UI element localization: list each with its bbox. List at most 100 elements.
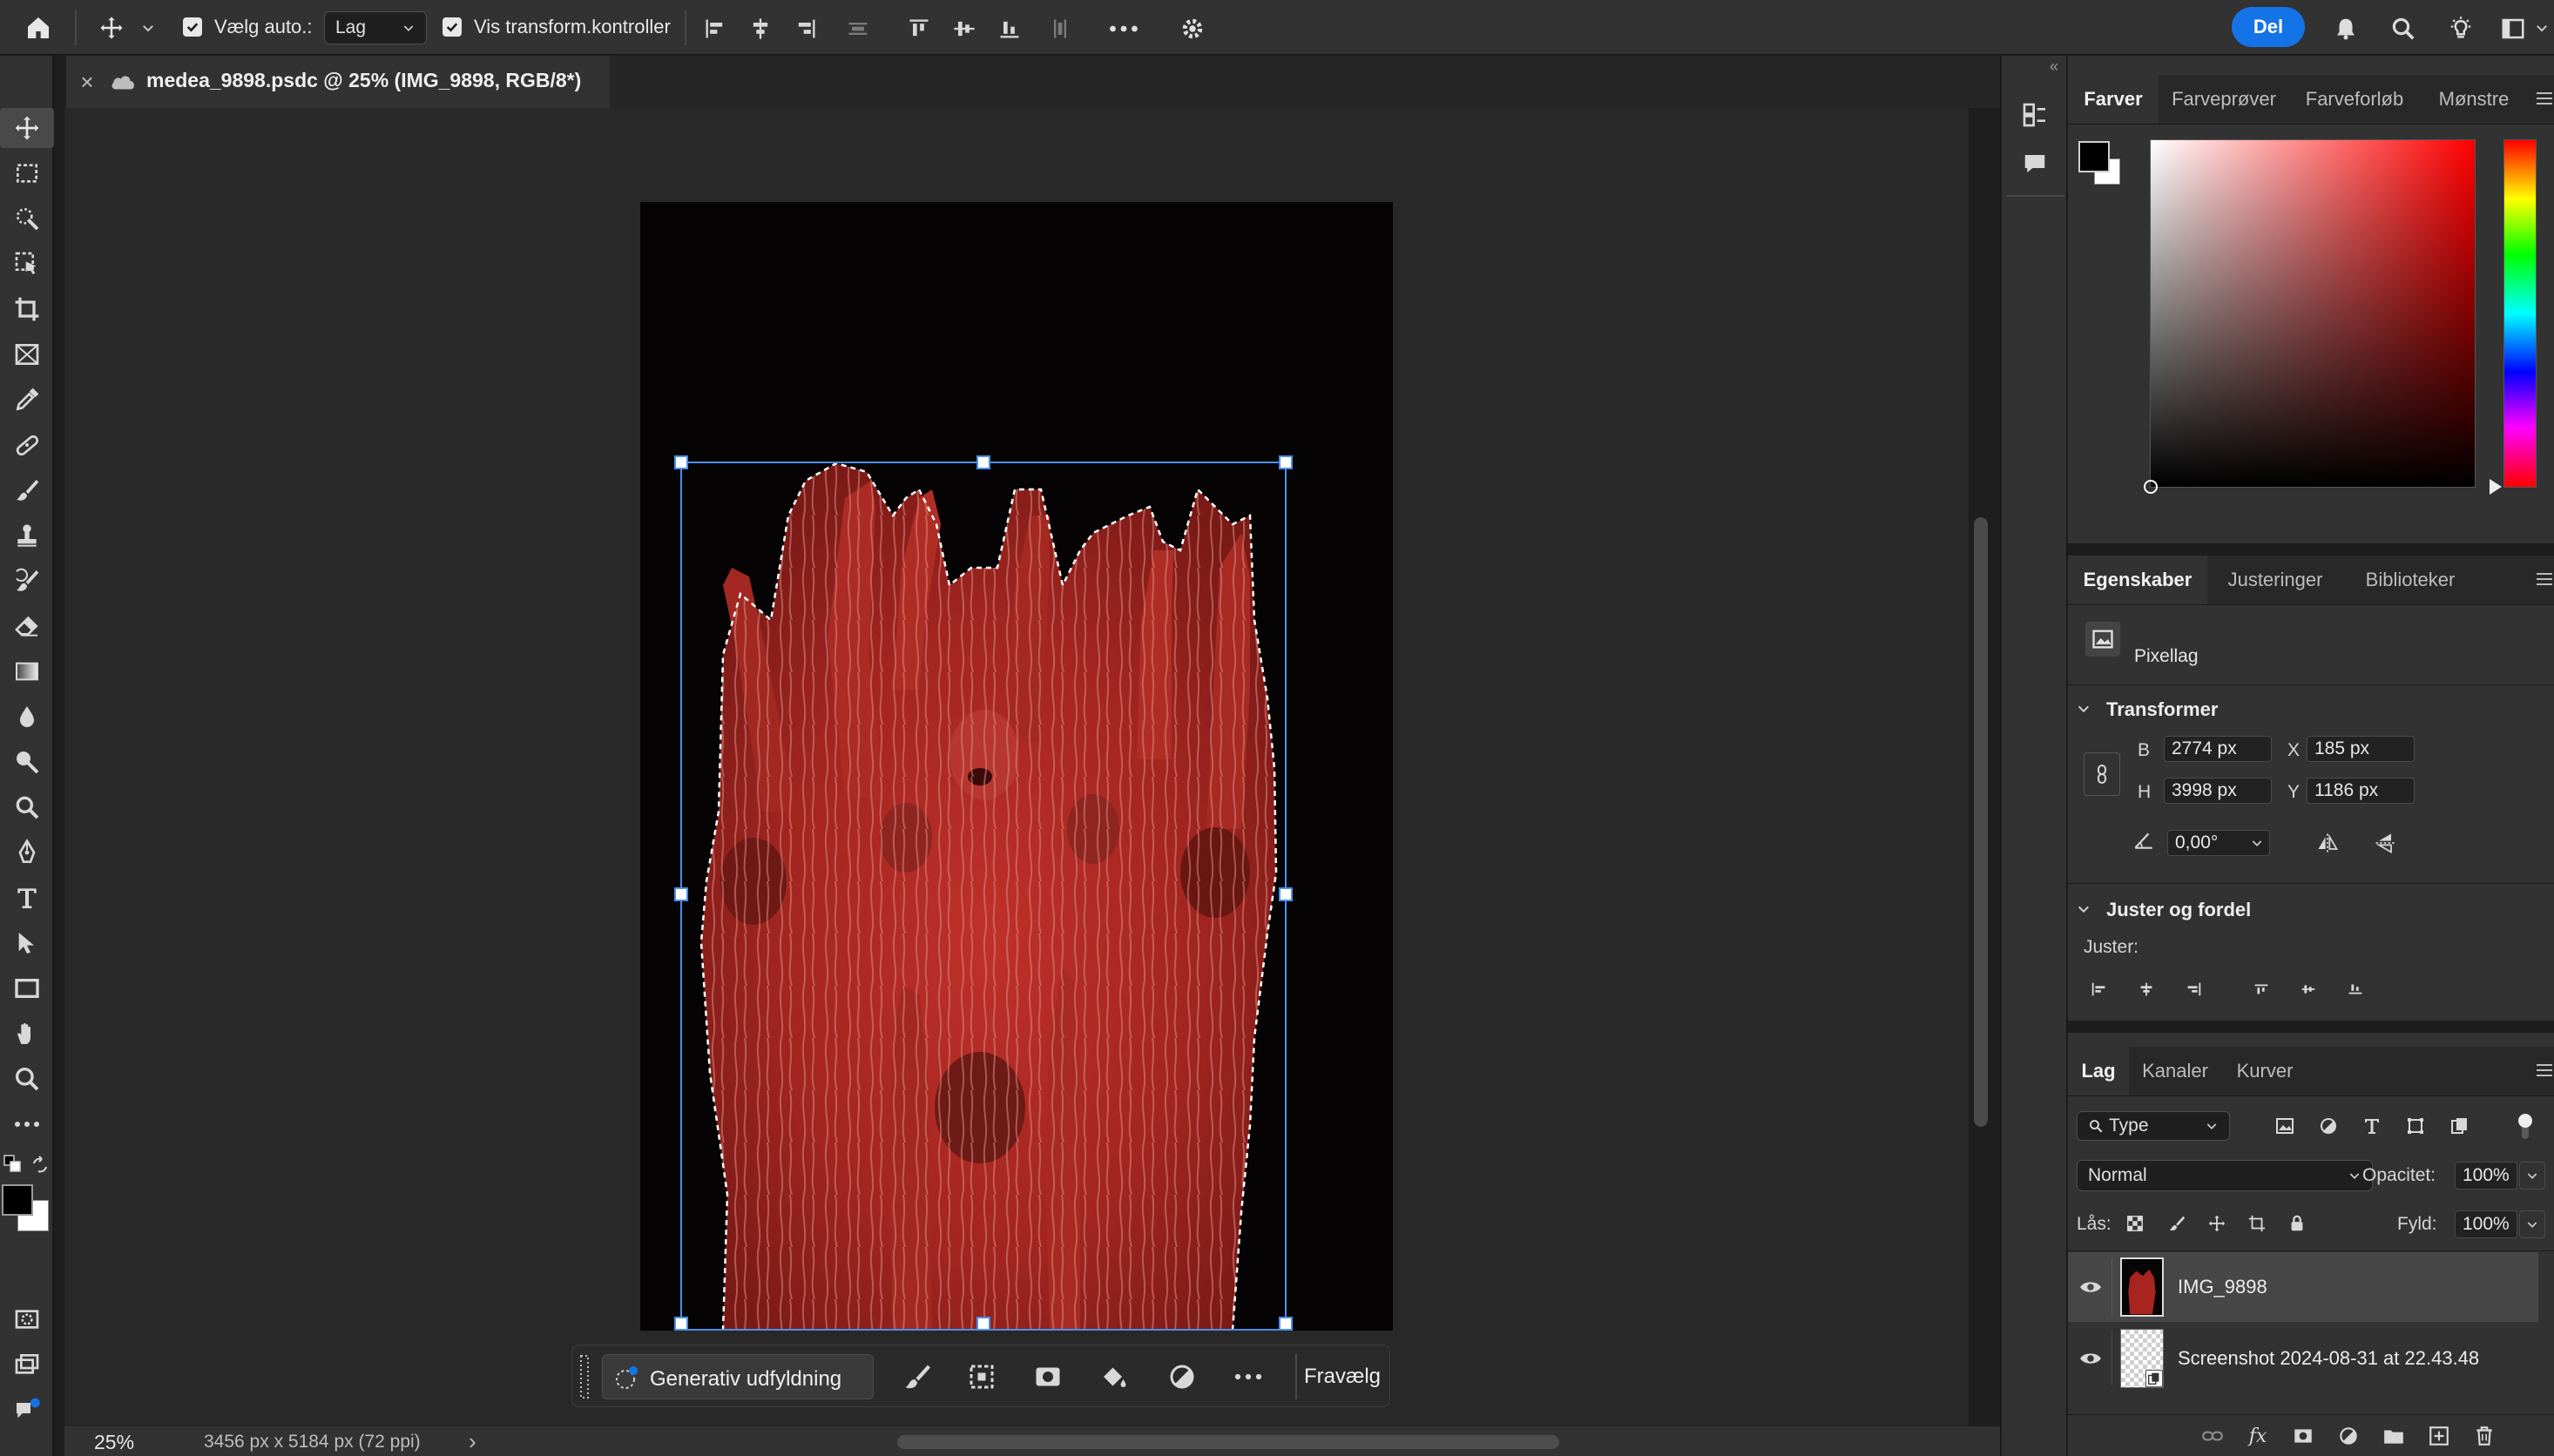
dodge-tool-icon[interactable] [0,742,54,782]
more-options-icon[interactable] [1105,14,1143,44]
document-info[interactable]: 3456 px x 5184 px (72 ppi) [204,1432,421,1453]
blur-tool-icon[interactable] [0,697,54,737]
filter-pixel-icon[interactable] [2272,1113,2298,1139]
filter-shape-icon[interactable] [2402,1113,2429,1139]
chevron-down-icon[interactable] [2077,902,2091,916]
fill-field[interactable]: 100% [2455,1210,2517,1238]
chevron-down-icon[interactable] [2531,17,2552,38]
edit-toolbar-icon[interactable] [0,1104,54,1144]
tab-paths[interactable]: Kurver [2221,1047,2308,1095]
align-distribute-section-title[interactable]: Juster og fordel [2106,899,2251,921]
history-brush-tool-icon[interactable] [0,561,54,601]
layer-name[interactable]: IMG_9898 [2178,1276,2267,1298]
gradient-tool-icon[interactable] [0,651,54,691]
history-panel-icon[interactable] [2017,98,2052,132]
brush-tool-icon[interactable] [0,470,54,510]
align-bottom-edges-icon[interactable] [2343,977,2368,1001]
layer-row[interactable]: Screenshot 2024-08-31 at 22.43.48 [2068,1324,2538,1393]
lock-all-icon[interactable] [2284,1210,2310,1237]
lock-artboard-icon[interactable] [2244,1210,2270,1237]
transform-handle[interactable] [1279,887,1293,901]
auto-select-dropdown[interactable]: Lag [324,11,427,44]
bell-icon[interactable] [2329,12,2362,45]
align-left-edges-icon[interactable] [700,14,730,44]
zoom-tool-icon[interactable] [0,1059,54,1099]
document-canvas[interactable] [640,202,1393,1331]
transform-controls-checkbox[interactable] [443,17,462,37]
hue-slider[interactable] [2503,139,2537,488]
distribute-vertical-icon[interactable] [1045,14,1075,44]
trash-icon[interactable] [2470,1422,2498,1450]
tab-gradients[interactable]: Farveforløb [2289,75,2420,124]
align-left-edges-icon[interactable] [2087,977,2111,1001]
status-menu-arrow[interactable]: › [469,1428,476,1455]
transform-section-title[interactable]: Transformer [2106,698,2218,721]
layer-filter-dropdown[interactable]: Type [2077,1111,2230,1141]
eraser-tool-icon[interactable] [0,606,54,646]
align-vertical-centers-icon[interactable] [2296,977,2321,1001]
tab-libraries[interactable]: Biblioteker [2343,556,2477,604]
modify-selection-icon[interactable] [966,1361,997,1392]
height-field[interactable]: 3998 px [2164,778,2272,804]
align-vertical-centers-icon[interactable] [949,14,979,44]
chevron-down-icon[interactable] [2077,702,2091,716]
distribute-horizontal-icon[interactable] [843,14,873,44]
move-tool-icon[interactable] [0,108,54,148]
lock-transparent-pixels-icon[interactable] [2122,1210,2148,1237]
hue-slider-handle[interactable] [2490,479,2502,495]
tab-adjustments[interactable]: Justeringer [2207,556,2343,604]
adjustment-layer-icon[interactable] [1166,1361,1198,1392]
link-layers-icon[interactable] [2199,1422,2226,1450]
tab-properties[interactable]: Egenskaber [2068,556,2207,604]
transform-handle[interactable] [1279,455,1293,469]
layer-row[interactable]: IMG_9898 [2068,1252,2538,1322]
flip-horizontal-icon[interactable] [2312,827,2343,859]
share-button[interactable]: Del [2232,7,2305,47]
horizontal-scrollbar[interactable] [897,1435,1559,1449]
document-tab[interactable]: × medea_9898.psdc @ 25% (IMG_9898, RGB/8… [66,56,610,108]
tab-color[interactable]: Farver [2068,75,2159,124]
lock-image-pixels-icon[interactable] [2164,1210,2190,1237]
panel-menu-icon[interactable] [2535,1061,2554,1080]
filter-smart-object-icon[interactable] [2446,1113,2472,1139]
tab-patterns[interactable]: Mønstre [2420,75,2528,124]
fill-dropdown-chevron-icon[interactable] [2519,1210,2545,1238]
marquee-tool-icon[interactable] [0,153,54,193]
width-field[interactable]: 2774 px [2164,736,2272,762]
gear-icon[interactable] [1176,12,1209,45]
new-adjustment-layer-icon[interactable] [2334,1422,2362,1450]
new-group-icon[interactable] [2380,1422,2408,1450]
lock-position-icon[interactable] [2204,1210,2230,1237]
filter-adjustment-icon[interactable] [2315,1113,2341,1139]
tab-channels[interactable]: Kanaler [2129,1047,2221,1095]
tab-layers[interactable]: Lag [2068,1047,2129,1095]
swap-colors-icon[interactable] [30,1155,51,1176]
panel-menu-icon[interactable] [2535,89,2554,108]
filter-type-icon[interactable] [2359,1113,2385,1139]
drag-handle-icon[interactable] [579,1354,590,1399]
link-dimensions-icon[interactable] [2084,752,2120,796]
foreground-color-swatch[interactable] [2078,141,2110,172]
chevron-down-icon[interactable] [138,17,159,38]
transform-bounding-box[interactable] [680,462,1287,1331]
rectangle-tool-icon[interactable] [0,968,54,1008]
lightbulb-icon[interactable] [2444,12,2477,45]
zoom-level[interactable]: 25% [94,1431,134,1454]
create-mask-icon[interactable] [1032,1361,1064,1392]
opacity-field[interactable]: 100% [2455,1162,2517,1190]
transform-handle[interactable] [1279,1317,1293,1331]
transform-handle[interactable] [674,455,688,469]
eye-icon[interactable] [2078,1275,2103,1299]
align-horizontal-centers-icon[interactable] [746,14,775,44]
layer-name[interactable]: Screenshot 2024-08-31 at 22.43.48 [2178,1347,2479,1370]
quick-mask-icon[interactable] [0,1299,54,1339]
layer-style-fx-icon[interactable]: fx [2244,1422,2272,1450]
fill-selection-icon[interactable] [1098,1361,1130,1392]
object-selection-tool-icon[interactable] [0,244,54,284]
color-field[interactable] [2144,139,2476,494]
transform-handle[interactable] [976,455,990,469]
default-colors-icon[interactable] [3,1155,23,1174]
healing-brush-tool-icon[interactable] [0,425,54,465]
blend-mode-dropdown[interactable]: Normal [2077,1160,2373,1191]
transform-handle[interactable] [674,1317,688,1331]
